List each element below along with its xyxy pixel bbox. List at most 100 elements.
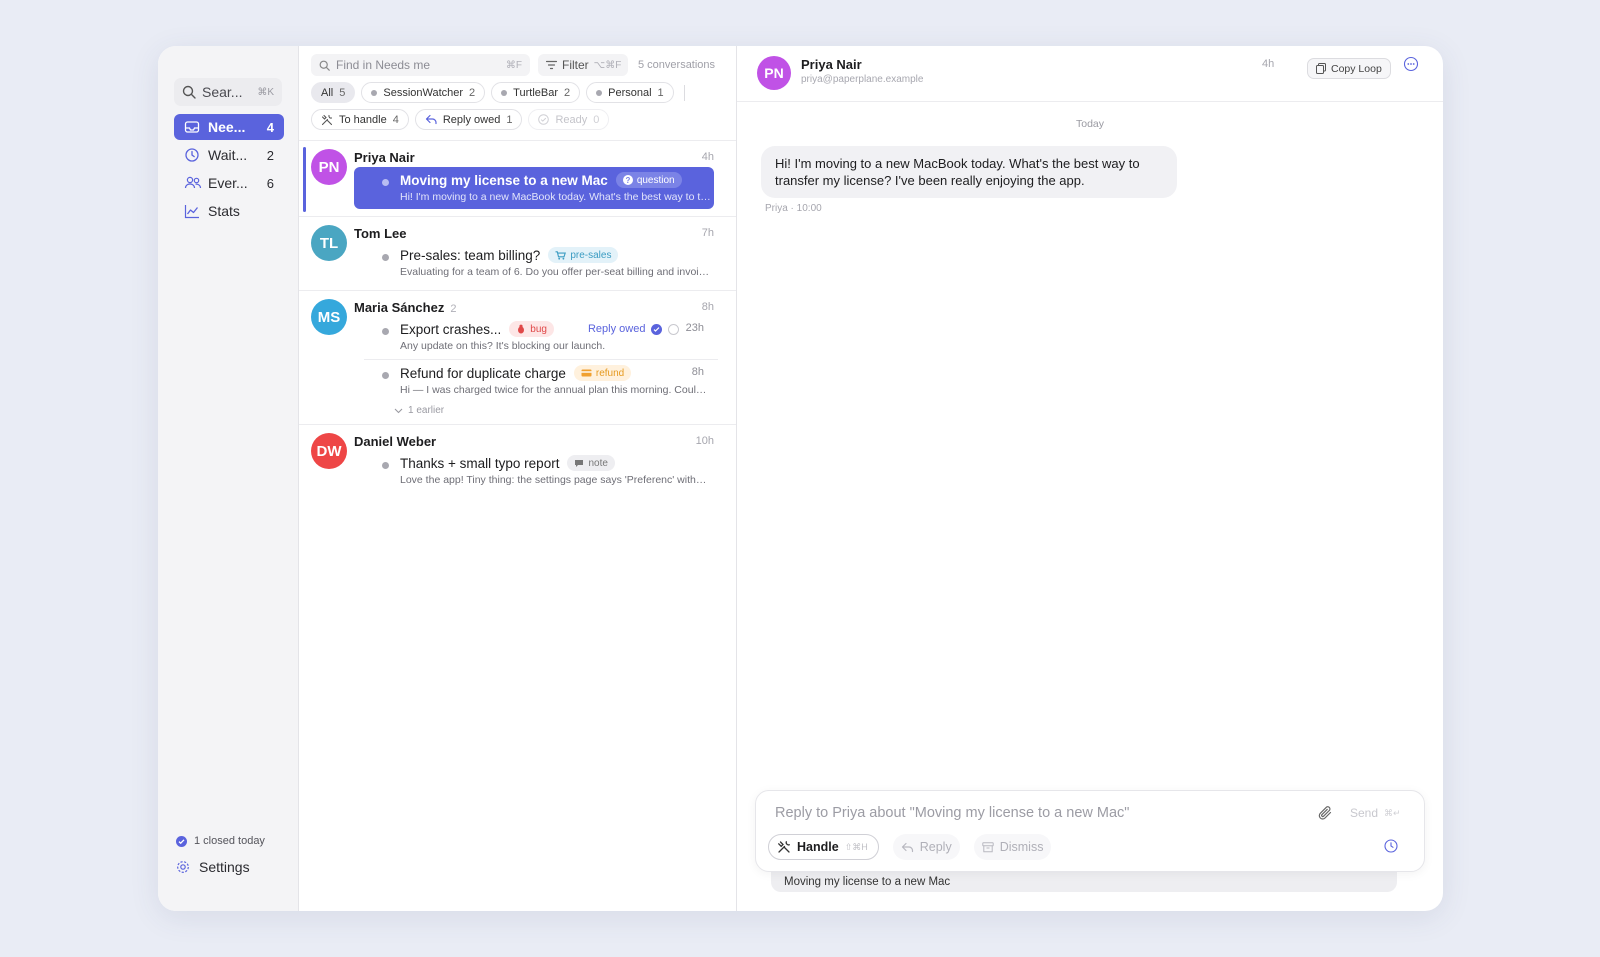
chip-sessionwatcher[interactable]: SessionWatcher 2	[361, 82, 486, 103]
chip-to-handle[interactable]: To handle 4	[311, 109, 409, 130]
thread-preview: Love the app! Tiny thing: the settings p…	[400, 474, 712, 486]
svg-text:?: ?	[625, 176, 630, 185]
chip-label: Ready	[555, 113, 588, 126]
app-dot-icon	[371, 89, 378, 96]
thread-item[interactable]: Pre-sales: team billing? pre-sales Evalu…	[354, 242, 714, 284]
chip-count: 1	[657, 86, 664, 99]
chip-label: SessionWatcher	[383, 86, 464, 99]
chip-label: TurtleBar	[513, 86, 558, 99]
conversation-row[interactable]: DW Daniel Weber 10h Thanks + small typo …	[299, 425, 736, 499]
sidebar-item-stats[interactable]: Stats	[174, 198, 284, 224]
dismiss-button[interactable]: Dismiss	[973, 834, 1052, 860]
search-icon	[182, 85, 196, 99]
thread-title: Export crashes...	[400, 321, 502, 337]
composer-actions: Handle ⇧⌘H Reply Dismiss	[768, 834, 1052, 860]
chart-icon	[184, 203, 200, 219]
snooze-clock-icon[interactable]	[1384, 839, 1398, 853]
detail-time: 4h	[1262, 58, 1275, 70]
empty-circle-icon[interactable]	[668, 323, 680, 335]
avatar: PN	[757, 56, 791, 90]
chip-count: 2	[564, 86, 571, 99]
sidebar-item-label: Nee...	[208, 119, 246, 135]
message-bubble: Hi! I'm moving to a new MacBook today. W…	[761, 146, 1177, 198]
credit-card-icon	[581, 369, 592, 377]
gear-icon	[176, 860, 190, 874]
avatar: TL	[311, 225, 347, 261]
sidebar-item-needs-me[interactable]: Nee... 4	[174, 114, 284, 140]
conversation-time: 8h	[701, 301, 714, 313]
clock-icon	[184, 147, 200, 163]
chip-personal[interactable]: Personal 1	[586, 82, 674, 103]
chip-turtlebar[interactable]: TurtleBar 2	[491, 82, 581, 103]
reply-arrow-icon	[425, 114, 437, 125]
sidebar-item-everyone[interactable]: Ever... 6	[174, 170, 284, 196]
tag-label: pre-sales	[570, 249, 612, 261]
handle-label: Handle	[797, 840, 839, 854]
filter-button[interactable]: Filter ⌥⌘F	[538, 54, 628, 76]
check-circle-icon[interactable]	[651, 323, 663, 335]
sidebar-item-label: Wait...	[208, 147, 248, 163]
thread-preview: Hi — I was charged twice for the annual …	[400, 384, 712, 396]
thread-item[interactable]: Export crashes... bug Reply owed Any upd…	[354, 316, 714, 358]
reply-button[interactable]: Reply	[892, 834, 960, 860]
thread-item[interactable]: Moving my license to a new Mac ? questio…	[354, 167, 714, 209]
more-options-icon[interactable]	[1403, 56, 1419, 72]
sidebar-search[interactable]: Sear... ⌘K	[174, 78, 282, 106]
thread-count: 2	[450, 303, 457, 315]
chip-count: 0	[593, 113, 600, 126]
show-earlier-button[interactable]: 1 earlier	[394, 405, 444, 416]
unread-dot-icon	[382, 372, 389, 379]
chip-all[interactable]: All 5	[311, 82, 356, 103]
chip-count: 4	[392, 113, 399, 126]
app-dot-icon	[501, 89, 508, 96]
attachment-icon[interactable]	[1318, 805, 1333, 821]
conversation-time: 4h	[701, 151, 714, 163]
app-dot-icon	[596, 89, 603, 96]
send-button[interactable]: Send ⌘↵	[1350, 806, 1401, 820]
thread-preview: Any update on this? It's blocking our la…	[400, 340, 606, 352]
filter-chips: All 5 SessionWatcher 2 TurtleBar 2 Perso…	[311, 82, 731, 130]
thread-preview: Hi! I'm moving to a new MacBook today. W…	[400, 191, 712, 203]
thread-item[interactable]: Refund for duplicate charge refund Hi — …	[354, 360, 714, 402]
sidebar-item-waiting[interactable]: Wait... 2	[174, 142, 284, 168]
chip-reply-owed[interactable]: Reply owed 1	[414, 109, 523, 130]
archive-icon	[982, 841, 994, 853]
tag-bug: bug	[509, 321, 554, 337]
conversation-row[interactable]: MS Maria Sánchez 2 8h Export crashes... b…	[299, 291, 736, 425]
avatar: DW	[311, 433, 347, 469]
list-search-input[interactable]: Find in Needs me ⌘F	[311, 54, 530, 76]
handle-button[interactable]: Handle ⇧⌘H	[768, 834, 879, 860]
sidebar-item-count: 6	[266, 175, 274, 191]
sidebar-nav: Nee... 4 Wait... 2 Ever... 6 Stats	[174, 114, 284, 226]
tools-icon	[321, 114, 333, 126]
send-shortcut: ⌘↵	[1384, 807, 1401, 818]
detail-header: PN Priya Nair priya@paperplane.example 4…	[737, 46, 1443, 102]
app-window: Sear... ⌘K Nee... 4 Wait... 2 Ever... 6 …	[158, 46, 1443, 911]
copy-loop-button[interactable]: Copy Loop	[1307, 58, 1391, 79]
detail-contact-email: priya@paperplane.example	[801, 74, 924, 85]
chip-ready[interactable]: Ready 0	[528, 109, 610, 130]
avatar: PN	[311, 149, 347, 185]
list-search-shortcut: ⌘F	[505, 59, 522, 71]
contact-name: Maria Sánchez 2	[354, 300, 456, 315]
reply-arrow-icon	[901, 842, 914, 853]
chip-label: Reply owed	[442, 113, 501, 126]
conversation-row[interactable]: TL Tom Lee 7h Pre-sales: team billing? p…	[299, 217, 736, 291]
unread-dot-icon	[382, 462, 389, 469]
sidebar-item-label: Stats	[208, 203, 240, 219]
sidebar-item-label: Ever...	[208, 175, 248, 191]
conversation-row[interactable]: PN Priya Nair 4h Moving my license to a …	[299, 141, 736, 217]
sidebar-search-label: Sear...	[202, 84, 243, 100]
chip-divider	[683, 84, 685, 101]
earlier-label: 1 earlier	[408, 405, 445, 416]
chevron-down-icon	[394, 408, 403, 414]
settings-button[interactable]: Settings	[176, 859, 290, 875]
thread-time: 23h	[685, 322, 704, 334]
question-icon: ?	[622, 175, 633, 185]
thread-title: Thanks + small typo report	[400, 455, 560, 471]
contact-name-text: Maria Sánchez	[354, 300, 445, 315]
copy-loop-label: Copy Loop	[1331, 62, 1382, 75]
thread-preview: Evaluating for a team of 6. Do you offer…	[400, 266, 712, 278]
reply-input[interactable]: Reply to Priya about "Moving my license …	[775, 805, 1129, 821]
thread-item[interactable]: Thanks + small typo report note Love the…	[354, 450, 714, 492]
